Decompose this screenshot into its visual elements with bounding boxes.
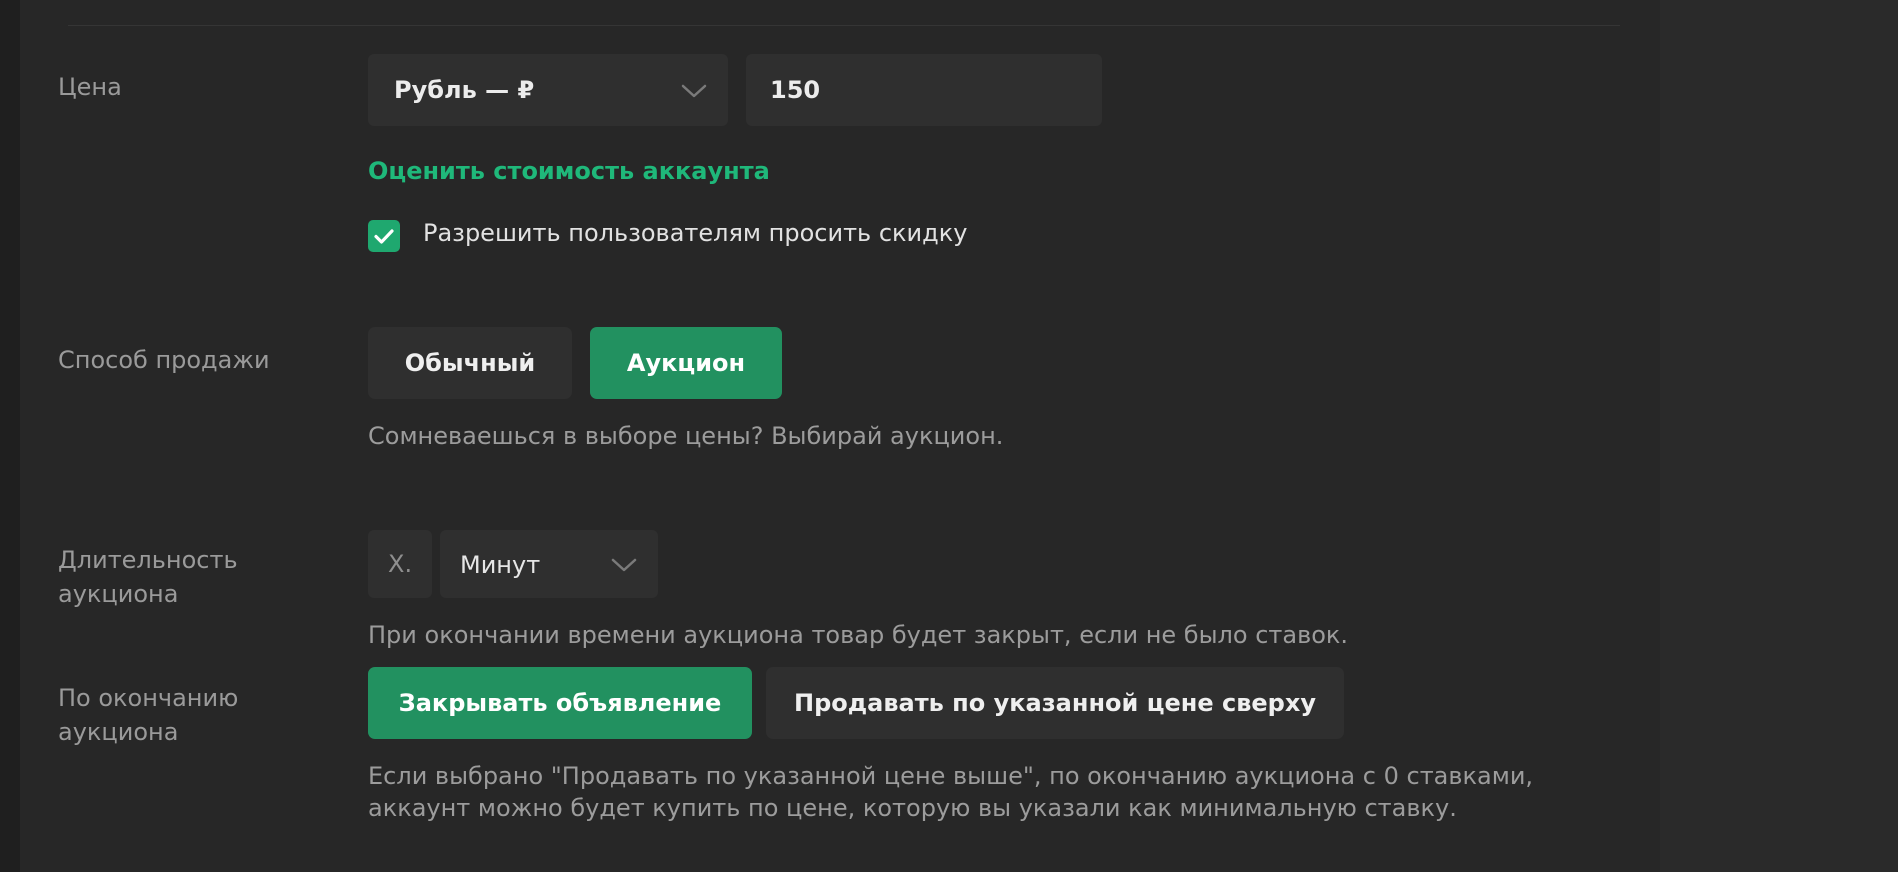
currency-select[interactable]: Рубль — ₽ xyxy=(368,54,728,126)
duration-unit-value: Минут xyxy=(460,551,541,579)
duration-label: Длительность аукциона xyxy=(58,543,318,611)
chevron-down-icon xyxy=(681,84,707,98)
right-gutter xyxy=(1660,0,1898,872)
sale-method-label: Способ продажи xyxy=(58,346,270,374)
duration-unit-select[interactable]: Минут xyxy=(440,530,658,598)
top-divider xyxy=(68,25,1620,26)
on-end-hint-line2: аккаунт можно будет купить по цене, кото… xyxy=(368,794,1457,822)
duration-hint: При окончании времени аукциона товар буд… xyxy=(368,621,1349,649)
close-listing-button[interactable]: Закрывать объявление xyxy=(368,667,752,739)
duration-amount-input[interactable]: X. xyxy=(368,530,432,598)
estimate-account-link[interactable]: Оценить стоимость аккаунта xyxy=(368,157,770,185)
chevron-down-icon xyxy=(611,558,637,572)
sale-method-regular-button[interactable]: Обычный xyxy=(368,327,572,399)
on-end-label-line1: По окончанию xyxy=(58,684,239,712)
duration-label-line1: Длительность xyxy=(58,546,238,574)
price-amount-value: 150 xyxy=(770,76,821,104)
price-label: Цена xyxy=(58,73,122,101)
discount-checkbox[interactable] xyxy=(368,220,400,252)
sale-method-auction-button[interactable]: Аукцион xyxy=(590,327,782,399)
on-end-label-line2: аукциона xyxy=(58,718,179,746)
sell-at-price-button[interactable]: Продавать по указанной цене сверху xyxy=(766,667,1344,739)
duration-amount-placeholder: X. xyxy=(388,550,413,578)
currency-select-value: Рубль — ₽ xyxy=(394,76,535,104)
discount-checkbox-label[interactable]: Разрешить пользователям просить скидку xyxy=(423,219,967,247)
checkmark-icon xyxy=(374,229,394,244)
on-end-hint-line1: Если выбрано "Продавать по указанной цен… xyxy=(368,762,1534,790)
on-end-label: По окончанию аукциона xyxy=(58,681,318,749)
duration-label-line2: аукциона xyxy=(58,580,179,608)
price-amount-input[interactable]: 150 xyxy=(746,54,1102,126)
sale-method-hint: Сомневаешься в выборе цены? Выбирай аукц… xyxy=(368,422,1004,450)
